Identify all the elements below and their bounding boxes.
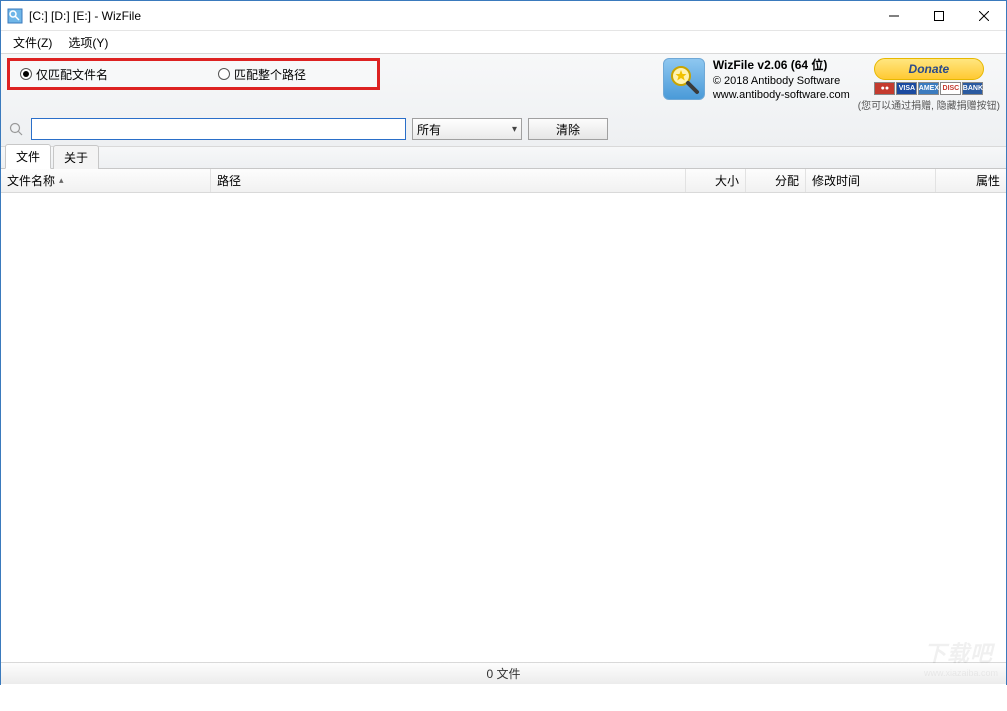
menu-file[interactable]: 文件(Z) <box>5 32 60 53</box>
donate-button[interactable]: Donate <box>874 58 984 80</box>
visa-icon: VISA <box>896 82 917 95</box>
tab-file[interactable]: 文件 <box>5 144 51 169</box>
filter-selected: 所有 <box>417 121 441 138</box>
app-logo-icon <box>663 58 705 100</box>
column-headers: 文件名称 路径 大小 分配 修改时间 属性 <box>1 169 1006 193</box>
titlebar: [C:] [D:] [E:] - WizFile <box>1 1 1006 31</box>
maximize-button[interactable] <box>916 1 961 30</box>
col-filename[interactable]: 文件名称 <box>1 169 211 192</box>
mastercard-icon: ●● <box>874 82 895 95</box>
radio-match-filename-label: 仅匹配文件名 <box>36 66 108 83</box>
radio-match-fullpath-label: 匹配整个路径 <box>234 66 306 83</box>
chevron-down-icon: ▾ <box>512 124 517 135</box>
statusbar: 0 文件 <box>1 662 1006 684</box>
match-mode-group: 仅匹配文件名 匹配整个路径 <box>7 58 380 90</box>
close-button[interactable] <box>961 1 1006 30</box>
app-url: www.antibody-software.com <box>713 88 850 102</box>
payment-icons: ●● VISA AMEX DISC BANK <box>874 82 983 95</box>
search-icon <box>7 120 25 138</box>
radio-icon <box>20 68 32 80</box>
app-copyright: © 2018 Antibody Software <box>713 74 850 88</box>
minimize-button[interactable] <box>871 1 916 30</box>
status-text: 0 文件 <box>486 665 520 682</box>
donate-area: Donate ●● VISA AMEX DISC BANK (您可以通过捐赠, … <box>858 58 1000 112</box>
col-path[interactable]: 路径 <box>211 169 686 192</box>
col-attr[interactable]: 属性 <box>936 169 1006 192</box>
col-mtime[interactable]: 修改时间 <box>806 169 936 192</box>
radio-icon <box>218 68 230 80</box>
col-alloc[interactable]: 分配 <box>746 169 806 192</box>
menu-options[interactable]: 选项(Y) <box>60 32 116 53</box>
search-row: 所有 ▾ 清除 <box>7 118 1000 140</box>
donate-hint: (您可以通过捐赠, 隐藏捐赠按钮) <box>858 97 1000 112</box>
amex-icon: AMEX <box>918 82 939 95</box>
info-panel: WizFile v2.06 (64 位) © 2018 Antibody Sof… <box>663 58 1000 112</box>
tab-about[interactable]: 关于 <box>53 145 99 169</box>
col-size[interactable]: 大小 <box>686 169 746 192</box>
info-text: WizFile v2.06 (64 位) © 2018 Antibody Sof… <box>713 58 850 102</box>
discover-icon: DISC <box>940 82 961 95</box>
window-title: [C:] [D:] [E:] - WizFile <box>29 9 141 23</box>
radio-match-filename[interactable]: 仅匹配文件名 <box>20 66 108 83</box>
toolbar: 仅匹配文件名 匹配整个路径 WizFile v2.06 (64 位) © 201… <box>1 53 1006 147</box>
app-icon <box>7 8 23 24</box>
bank-icon: BANK <box>962 82 983 95</box>
search-input[interactable] <box>31 118 406 140</box>
window-buttons <box>871 1 1006 30</box>
file-list[interactable] <box>1 193 1006 711</box>
tabbar: 文件 关于 <box>1 147 1006 169</box>
app-version: WizFile v2.06 (64 位) <box>713 58 850 74</box>
clear-button[interactable]: 清除 <box>528 118 608 140</box>
filter-combo[interactable]: 所有 ▾ <box>412 118 522 140</box>
radio-match-fullpath[interactable]: 匹配整个路径 <box>218 66 306 83</box>
menubar: 文件(Z) 选项(Y) <box>1 31 1006 53</box>
